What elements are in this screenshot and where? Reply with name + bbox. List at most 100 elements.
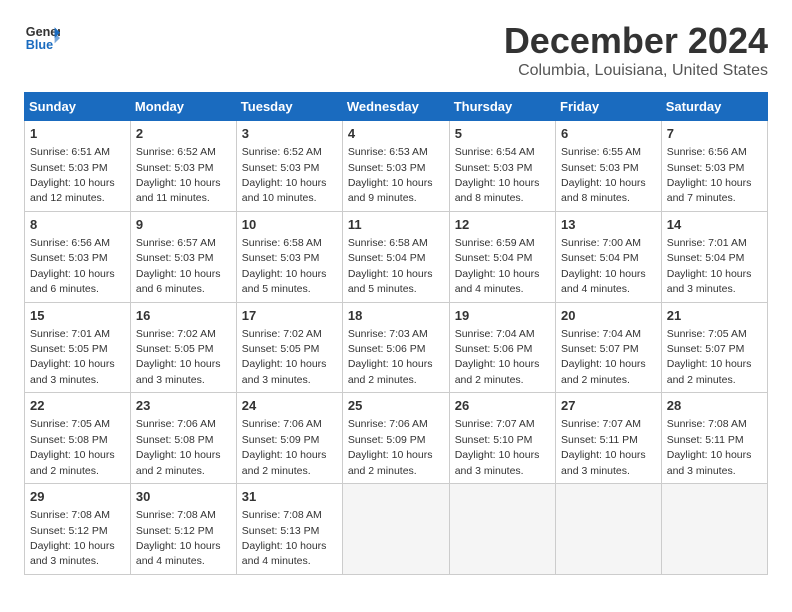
- calendar-day-cell: 9 Sunrise: 6:57 AMSunset: 5:03 PMDayligh…: [130, 211, 236, 302]
- page-header: General Blue December 2024 Columbia, Lou…: [24, 20, 768, 80]
- day-number: 2: [136, 125, 231, 143]
- day-number: 4: [348, 125, 444, 143]
- day-number: 11: [348, 216, 444, 234]
- day-info: Sunrise: 7:06 AMSunset: 5:09 PMDaylight:…: [242, 418, 327, 476]
- day-number: 7: [667, 125, 762, 143]
- day-info: Sunrise: 7:00 AMSunset: 5:04 PMDaylight:…: [561, 237, 646, 295]
- day-number: 24: [242, 397, 337, 415]
- day-info: Sunrise: 6:53 AMSunset: 5:03 PMDaylight:…: [348, 146, 433, 204]
- logo-icon: General Blue: [24, 20, 60, 56]
- day-info: Sunrise: 7:05 AMSunset: 5:08 PMDaylight:…: [30, 418, 115, 476]
- day-number: 16: [136, 307, 231, 325]
- calendar-day-cell: 18 Sunrise: 7:03 AMSunset: 5:06 PMDaylig…: [342, 302, 449, 393]
- calendar-day-cell: [342, 484, 449, 575]
- calendar-day-cell: 31 Sunrise: 7:08 AMSunset: 5:13 PMDaylig…: [236, 484, 342, 575]
- calendar-week-row: 8 Sunrise: 6:56 AMSunset: 5:03 PMDayligh…: [25, 211, 768, 302]
- month-title: December 2024: [504, 20, 768, 62]
- calendar-day-cell: 2 Sunrise: 6:52 AMSunset: 5:03 PMDayligh…: [130, 121, 236, 212]
- logo: General Blue: [24, 20, 60, 56]
- calendar-day-cell: 7 Sunrise: 6:56 AMSunset: 5:03 PMDayligh…: [661, 121, 767, 212]
- calendar-day-cell: 13 Sunrise: 7:00 AMSunset: 5:04 PMDaylig…: [556, 211, 662, 302]
- weekday-header-row: SundayMondayTuesdayWednesdayThursdayFrid…: [25, 93, 768, 121]
- calendar-day-cell: 3 Sunrise: 6:52 AMSunset: 5:03 PMDayligh…: [236, 121, 342, 212]
- calendar-day-cell: 8 Sunrise: 6:56 AMSunset: 5:03 PMDayligh…: [25, 211, 131, 302]
- day-number: 5: [455, 125, 550, 143]
- day-number: 15: [30, 307, 125, 325]
- day-number: 19: [455, 307, 550, 325]
- day-number: 30: [136, 488, 231, 506]
- calendar-day-cell: 22 Sunrise: 7:05 AMSunset: 5:08 PMDaylig…: [25, 393, 131, 484]
- svg-text:Blue: Blue: [26, 38, 53, 52]
- day-number: 13: [561, 216, 656, 234]
- day-info: Sunrise: 7:04 AMSunset: 5:07 PMDaylight:…: [561, 328, 646, 386]
- day-info: Sunrise: 6:51 AMSunset: 5:03 PMDaylight:…: [30, 146, 115, 204]
- day-info: Sunrise: 6:57 AMSunset: 5:03 PMDaylight:…: [136, 237, 221, 295]
- day-info: Sunrise: 6:58 AMSunset: 5:04 PMDaylight:…: [348, 237, 433, 295]
- day-number: 18: [348, 307, 444, 325]
- calendar-day-cell: 20 Sunrise: 7:04 AMSunset: 5:07 PMDaylig…: [556, 302, 662, 393]
- day-number: 25: [348, 397, 444, 415]
- day-info: Sunrise: 7:05 AMSunset: 5:07 PMDaylight:…: [667, 328, 752, 386]
- day-info: Sunrise: 6:56 AMSunset: 5:03 PMDaylight:…: [30, 237, 115, 295]
- weekday-header: Friday: [556, 93, 662, 121]
- calendar-day-cell: 23 Sunrise: 7:06 AMSunset: 5:08 PMDaylig…: [130, 393, 236, 484]
- calendar-day-cell: 26 Sunrise: 7:07 AMSunset: 5:10 PMDaylig…: [449, 393, 555, 484]
- day-info: Sunrise: 6:56 AMSunset: 5:03 PMDaylight:…: [667, 146, 752, 204]
- calendar-day-cell: 1 Sunrise: 6:51 AMSunset: 5:03 PMDayligh…: [25, 121, 131, 212]
- calendar-day-cell: 25 Sunrise: 7:06 AMSunset: 5:09 PMDaylig…: [342, 393, 449, 484]
- day-number: 9: [136, 216, 231, 234]
- day-info: Sunrise: 6:58 AMSunset: 5:03 PMDaylight:…: [242, 237, 327, 295]
- day-number: 26: [455, 397, 550, 415]
- day-number: 14: [667, 216, 762, 234]
- calendar-day-cell: 5 Sunrise: 6:54 AMSunset: 5:03 PMDayligh…: [449, 121, 555, 212]
- day-info: Sunrise: 7:08 AMSunset: 5:13 PMDaylight:…: [242, 509, 327, 567]
- day-number: 17: [242, 307, 337, 325]
- calendar-day-cell: [449, 484, 555, 575]
- day-number: 21: [667, 307, 762, 325]
- day-info: Sunrise: 7:06 AMSunset: 5:09 PMDaylight:…: [348, 418, 433, 476]
- calendar-day-cell: [556, 484, 662, 575]
- calendar-day-cell: 29 Sunrise: 7:08 AMSunset: 5:12 PMDaylig…: [25, 484, 131, 575]
- day-info: Sunrise: 7:07 AMSunset: 5:10 PMDaylight:…: [455, 418, 540, 476]
- day-info: Sunrise: 7:01 AMSunset: 5:05 PMDaylight:…: [30, 328, 115, 386]
- calendar-week-row: 15 Sunrise: 7:01 AMSunset: 5:05 PMDaylig…: [25, 302, 768, 393]
- day-info: Sunrise: 7:08 AMSunset: 5:11 PMDaylight:…: [667, 418, 752, 476]
- calendar-week-row: 29 Sunrise: 7:08 AMSunset: 5:12 PMDaylig…: [25, 484, 768, 575]
- weekday-header: Thursday: [449, 93, 555, 121]
- day-number: 1: [30, 125, 125, 143]
- day-info: Sunrise: 6:54 AMSunset: 5:03 PMDaylight:…: [455, 146, 540, 204]
- calendar-day-cell: 4 Sunrise: 6:53 AMSunset: 5:03 PMDayligh…: [342, 121, 449, 212]
- day-info: Sunrise: 7:02 AMSunset: 5:05 PMDaylight:…: [136, 328, 221, 386]
- day-number: 12: [455, 216, 550, 234]
- calendar-day-cell: 16 Sunrise: 7:02 AMSunset: 5:05 PMDaylig…: [130, 302, 236, 393]
- day-info: Sunrise: 7:07 AMSunset: 5:11 PMDaylight:…: [561, 418, 646, 476]
- day-number: 23: [136, 397, 231, 415]
- day-number: 8: [30, 216, 125, 234]
- day-info: Sunrise: 7:01 AMSunset: 5:04 PMDaylight:…: [667, 237, 752, 295]
- weekday-header: Tuesday: [236, 93, 342, 121]
- weekday-header: Saturday: [661, 93, 767, 121]
- day-number: 6: [561, 125, 656, 143]
- calendar-table: SundayMondayTuesdayWednesdayThursdayFrid…: [24, 92, 768, 575]
- weekday-header: Wednesday: [342, 93, 449, 121]
- day-info: Sunrise: 7:08 AMSunset: 5:12 PMDaylight:…: [136, 509, 221, 567]
- calendar-week-row: 1 Sunrise: 6:51 AMSunset: 5:03 PMDayligh…: [25, 121, 768, 212]
- calendar-day-cell: 17 Sunrise: 7:02 AMSunset: 5:05 PMDaylig…: [236, 302, 342, 393]
- weekday-header: Sunday: [25, 93, 131, 121]
- day-number: 20: [561, 307, 656, 325]
- day-number: 31: [242, 488, 337, 506]
- calendar-day-cell: 21 Sunrise: 7:05 AMSunset: 5:07 PMDaylig…: [661, 302, 767, 393]
- day-info: Sunrise: 7:08 AMSunset: 5:12 PMDaylight:…: [30, 509, 115, 567]
- calendar-day-cell: 6 Sunrise: 6:55 AMSunset: 5:03 PMDayligh…: [556, 121, 662, 212]
- day-number: 10: [242, 216, 337, 234]
- location-title: Columbia, Louisiana, United States: [504, 62, 768, 80]
- calendar-day-cell: 12 Sunrise: 6:59 AMSunset: 5:04 PMDaylig…: [449, 211, 555, 302]
- title-section: December 2024 Columbia, Louisiana, Unite…: [504, 20, 768, 80]
- day-info: Sunrise: 7:02 AMSunset: 5:05 PMDaylight:…: [242, 328, 327, 386]
- day-info: Sunrise: 6:55 AMSunset: 5:03 PMDaylight:…: [561, 146, 646, 204]
- day-info: Sunrise: 6:52 AMSunset: 5:03 PMDaylight:…: [136, 146, 221, 204]
- calendar-day-cell: 11 Sunrise: 6:58 AMSunset: 5:04 PMDaylig…: [342, 211, 449, 302]
- calendar-week-row: 22 Sunrise: 7:05 AMSunset: 5:08 PMDaylig…: [25, 393, 768, 484]
- calendar-day-cell: 28 Sunrise: 7:08 AMSunset: 5:11 PMDaylig…: [661, 393, 767, 484]
- day-number: 3: [242, 125, 337, 143]
